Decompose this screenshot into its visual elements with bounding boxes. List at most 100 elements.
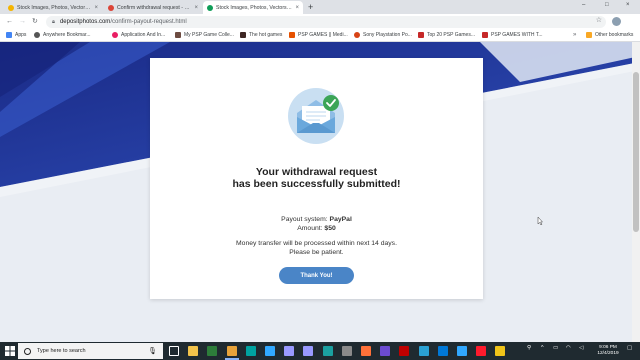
bookmark-favicon-icon [175, 32, 181, 38]
browser-toolbar: ← → ↻ 🔒︎ depositphotos.com/confirm-payou… [0, 14, 640, 39]
payout-details: Payout system: PayPal Amount: $50 [150, 216, 483, 233]
clock-date: 12/4/2019 [597, 351, 619, 356]
bookmark-label: The hot games [249, 32, 283, 38]
tab-title: Stock Images, Photos, Vectors, Vi... [17, 4, 92, 11]
bookmark-anywhere[interactable]: Anywhere Bookmar... [34, 32, 91, 38]
reload-icon[interactable]: ↻ [32, 17, 38, 27]
payout-system-label: Payout system: [281, 216, 328, 223]
success-heading: Your withdrawal request has been success… [150, 166, 483, 190]
taskbar-search-box[interactable]: Type here to search 🎙︎ [18, 343, 163, 359]
bookmark-my-psp[interactable]: My PSP Game Colle... [175, 32, 234, 38]
close-window-button[interactable]: × [626, 2, 630, 8]
app-gray-icon[interactable] [341, 346, 352, 356]
media-icon[interactable] [380, 346, 391, 356]
wifi-icon[interactable]: ◠ [566, 345, 571, 351]
scrollbar-thumb[interactable] [633, 72, 639, 232]
bookmark-other[interactable]: Other bookmarks [586, 32, 633, 38]
app-blue-icon[interactable] [437, 346, 448, 356]
chevron-up-icon[interactable]: ^ [541, 345, 544, 351]
tab-stock-images-active[interactable]: Stock Images, Photos, Vectors, Vi... × [203, 1, 303, 14]
forward-arrow-icon[interactable]: → [19, 17, 26, 27]
bookmark-label: PSP GAMES || Medi... [298, 32, 348, 38]
page-scrollbar[interactable] [632, 42, 640, 342]
store-icon[interactable] [207, 346, 218, 356]
processing-note: Money transfer will be processed within … [150, 240, 483, 257]
envelope-check-icon [288, 88, 344, 144]
folder-icon [586, 32, 592, 38]
bookmark-application[interactable]: Application And In... [112, 32, 165, 38]
amount-value: $50 [324, 224, 336, 232]
bookmark-psp-games-with[interactable]: PSP GAMES WITH T... [482, 32, 543, 38]
page-viewport: Your withdrawal request has been success… [0, 42, 640, 342]
photoshop-icon[interactable] [265, 346, 275, 356]
minimize-button[interactable]: – [582, 2, 585, 8]
payout-system-row: Payout system: PayPal [150, 216, 483, 225]
bookmark-label: Sony Playstation Po... [363, 32, 412, 38]
heading-line-2: has been successfully submitted! [232, 178, 401, 190]
tab-stock-images-1[interactable]: Stock Images, Photos, Vectors, Vi... × [4, 1, 102, 14]
firefox-icon[interactable] [361, 346, 371, 356]
chrome-icon[interactable] [226, 346, 237, 356]
globe-icon [34, 32, 40, 38]
apps-grid-icon [6, 32, 12, 38]
microphone-icon[interactable]: 🎙︎ [148, 347, 157, 355]
close-tab-icon[interactable]: × [94, 5, 98, 11]
bookmark-label: Other bookmarks [595, 32, 634, 38]
confirmation-card: Your withdrawal request has been success… [150, 58, 483, 299]
bookmark-favicon-icon [289, 32, 295, 38]
bookmarks-overflow-icon[interactable]: » [573, 32, 576, 38]
thank-you-button[interactable]: Thank You! [279, 267, 354, 284]
youtube-icon [482, 32, 488, 38]
battery-icon[interactable]: ▭ [553, 345, 558, 351]
tab-favicon-icon [8, 4, 14, 11]
note-line-2: Please be patient. [289, 248, 344, 256]
bookmark-favicon-icon [418, 32, 424, 38]
search-icon [24, 347, 31, 355]
bookmark-apps[interactable]: Apps [6, 32, 26, 38]
tab-strip: Stock Images, Photos, Vectors, Vi... × C… [0, 0, 640, 14]
bookmark-hot-games[interactable]: The hot games [240, 32, 282, 38]
bookmark-label: PSP GAMES WITH T... [491, 32, 543, 38]
new-tab-button[interactable]: + [308, 2, 313, 12]
address-bar[interactable]: 🔒︎ depositphotos.com/confirm-payout-requ… [46, 16, 606, 28]
bookmark-psp-games-media[interactable]: PSP GAMES || Medi... [289, 32, 348, 38]
bookmark-label: Apps [15, 32, 27, 38]
amount-label: Amount: [297, 224, 323, 232]
after-effects-icon[interactable] [284, 346, 295, 356]
notifications-icon[interactable]: ▢ [627, 345, 632, 351]
app-yellow-icon[interactable] [495, 346, 506, 356]
app-x-icon[interactable] [418, 346, 429, 356]
close-tab-icon[interactable]: × [295, 5, 299, 11]
premiere-icon[interactable] [303, 346, 314, 356]
opera-icon[interactable] [476, 346, 487, 356]
file-explorer-icon[interactable] [188, 346, 199, 356]
system-clock[interactable]: 9:06 PM 12/4/2019 [593, 345, 623, 357]
audition-icon[interactable] [245, 346, 256, 356]
network-icon[interactable]: ⚲ [527, 345, 531, 351]
gmail-favicon-icon [108, 4, 114, 11]
profile-avatar[interactable] [612, 17, 621, 26]
note-line-1: Money transfer will be processed within … [236, 240, 397, 247]
filezilla-icon[interactable] [399, 346, 410, 356]
task-view-icon[interactable] [169, 346, 179, 356]
back-arrow-icon[interactable]: ← [6, 17, 13, 27]
bookmark-star-icon[interactable]: ☆ [596, 16, 602, 24]
close-tab-icon[interactable]: × [194, 5, 198, 11]
bookmark-top-20[interactable]: Top 20 PSP Games... [418, 32, 475, 38]
tab-title: Confirm withdrawal request - pho... [117, 4, 192, 11]
bookmark-label: Anywhere Bookmar... [43, 32, 91, 38]
bookmark-label: Top 20 PSP Games... [427, 32, 475, 38]
bookmark-sony-playstation[interactable]: Sony Playstation Po... [354, 32, 412, 38]
amount-row: Amount: $50 [150, 225, 483, 234]
tab-confirm-withdrawal[interactable]: Confirm withdrawal request - pho... × [104, 1, 202, 14]
heading-line-1: Your withdrawal request [255, 166, 378, 178]
search-placeholder: Type here to search [37, 348, 86, 354]
app-teal-icon[interactable] [322, 346, 333, 356]
url-host: depositphotos.com [59, 19, 111, 25]
maximize-button[interactable]: □ [605, 2, 609, 8]
tab-title: Stock Images, Photos, Vectors, Vi... [216, 4, 293, 11]
volume-icon[interactable]: ◁ [579, 345, 583, 351]
windows-start-icon[interactable] [5, 346, 15, 356]
lightroom-icon[interactable] [457, 346, 467, 356]
bookmark-favicon-icon [240, 32, 246, 38]
